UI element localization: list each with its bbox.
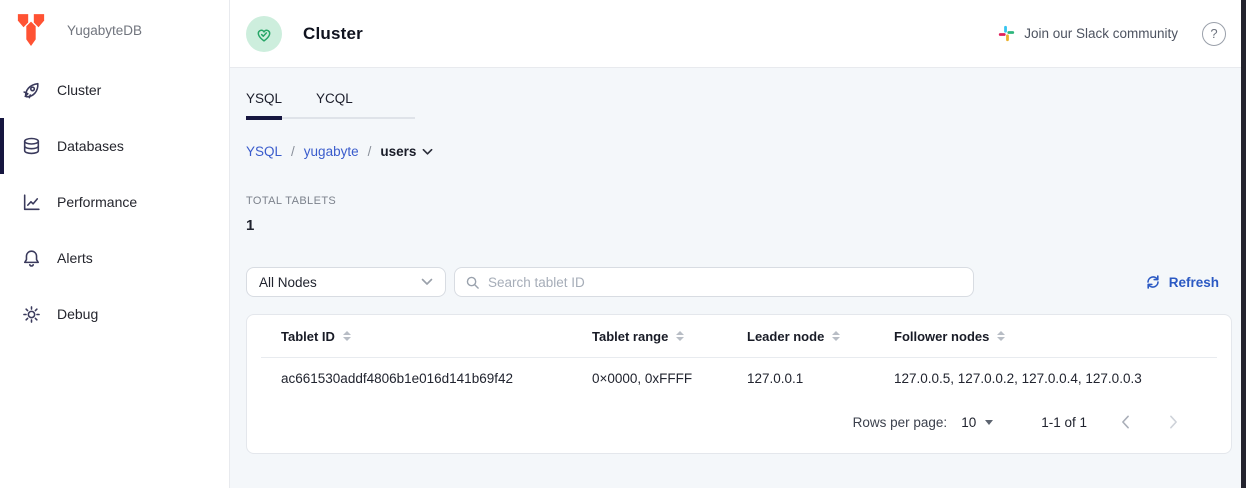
rows-per-page-value: 10 [961,415,976,430]
sort-icon [676,331,684,341]
breadcrumb-current-label: users [380,144,416,159]
tab-ysql[interactable]: YSQL [246,91,282,117]
table-header-row: Tablet ID Tablet range Leader node Follo… [247,315,1231,357]
table-controls: All Nodes Refresh [246,267,1232,297]
breadcrumb-link-ysql[interactable]: YSQL [246,144,282,159]
window-edge-strip [1241,0,1246,488]
sort-icon [997,331,1005,341]
breadcrumb-link-database[interactable]: yugabyte [304,144,359,159]
sidebar-item-label: Debug [57,306,98,322]
gear-icon [20,303,42,325]
cluster-health-badge [246,16,282,52]
column-header-leader-node[interactable]: Leader node [747,329,894,344]
page-header: Cluster Join our Slack community ? [230,0,1246,68]
brand-name: YugabyteDB [67,23,142,38]
slack-community-link[interactable]: Join our Slack community [998,25,1178,42]
api-tabs: YSQL YCQL [246,91,415,119]
refresh-button[interactable]: Refresh [1145,274,1219,290]
node-filter-select[interactable]: All Nodes [246,267,446,297]
column-header-follower-nodes[interactable]: Follower nodes [894,329,1231,344]
sort-icon [343,331,351,341]
pagination-range-label: 1-1 of 1 [1041,415,1087,430]
sort-icon [832,331,840,341]
table-row[interactable]: ac661530addf4806b1e016d141b69f42 0×0000,… [247,358,1231,398]
tab-ycql[interactable]: YCQL [316,91,353,117]
sidebar-item-databases[interactable]: Databases [0,118,229,174]
column-header-tablet-range[interactable]: Tablet range [592,329,747,344]
chevron-left-icon [1121,415,1130,429]
rows-per-page-select[interactable]: 10 [961,415,993,430]
rocket-icon [20,79,42,101]
column-header-tablet-id[interactable]: Tablet ID [281,329,592,344]
chevron-down-icon [421,278,433,286]
chevron-right-icon [1169,415,1178,429]
rows-per-page-label: Rows per page: [853,415,948,430]
breadcrumb-separator: / [291,144,295,159]
help-button[interactable]: ? [1202,22,1226,46]
chevron-down-icon [422,148,433,156]
node-filter-value: All Nodes [259,275,317,290]
content: YSQL YCQL YSQL / yugabyte / users TOTAL … [230,68,1246,488]
sidebar-item-label: Alerts [57,250,93,266]
breadcrumb-table-dropdown[interactable]: users [380,144,433,159]
breadcrumb-separator: / [368,144,372,159]
caret-down-icon [985,420,993,425]
question-mark-glyph: ? [1210,26,1217,41]
cell-leader-node: 127.0.0.1 [747,371,894,386]
refresh-icon [1145,274,1161,290]
cell-tablet-id: ac661530addf4806b1e016d141b69f42 [281,371,592,386]
tablets-table-card: Tablet ID Tablet range Leader node Follo… [246,314,1232,454]
main-area: Cluster Join our Slack community ? [230,0,1246,488]
performance-chart-icon [20,191,42,213]
yugabytedb-logo-icon [16,13,46,47]
header-actions: Join our Slack community ? [998,22,1226,46]
previous-page-button[interactable] [1111,408,1139,436]
total-tablets-label: TOTAL TABLETS [246,195,1232,207]
pagination: Rows per page: 10 1-1 of 1 [247,400,1231,444]
sidebar-item-label: Cluster [57,82,101,98]
database-icon [20,135,42,157]
sidebar-nav: Cluster Databases [0,62,229,342]
tablet-search-input[interactable] [488,275,963,290]
page-title: Cluster [303,24,363,44]
sidebar-item-debug[interactable]: Debug [0,286,229,342]
breadcrumb: YSQL / yugabyte / users [246,144,1232,159]
total-tablets-value: 1 [246,217,1232,234]
sidebar: YugabyteDB Cluster [0,0,230,488]
app-window: YugabyteDB Cluster [0,0,1246,488]
brand-row: YugabyteDB [0,0,229,60]
cell-tablet-range: 0×0000, 0xFFFF [592,371,747,386]
sidebar-item-label: Databases [57,138,124,154]
slack-link-label: Join our Slack community [1024,26,1178,41]
sidebar-item-performance[interactable]: Performance [0,174,229,230]
cell-follower-nodes: 127.0.0.5, 127.0.0.2, 127.0.0.4, 127.0.0… [894,371,1231,386]
bell-icon [20,247,42,269]
search-icon [465,275,480,290]
slack-icon [998,25,1015,42]
sidebar-item-cluster[interactable]: Cluster [0,62,229,118]
sidebar-item-label: Performance [57,194,137,210]
sidebar-item-alerts[interactable]: Alerts [0,230,229,286]
next-page-button[interactable] [1159,408,1187,436]
tablet-search-box [454,267,974,297]
refresh-label: Refresh [1169,275,1219,290]
